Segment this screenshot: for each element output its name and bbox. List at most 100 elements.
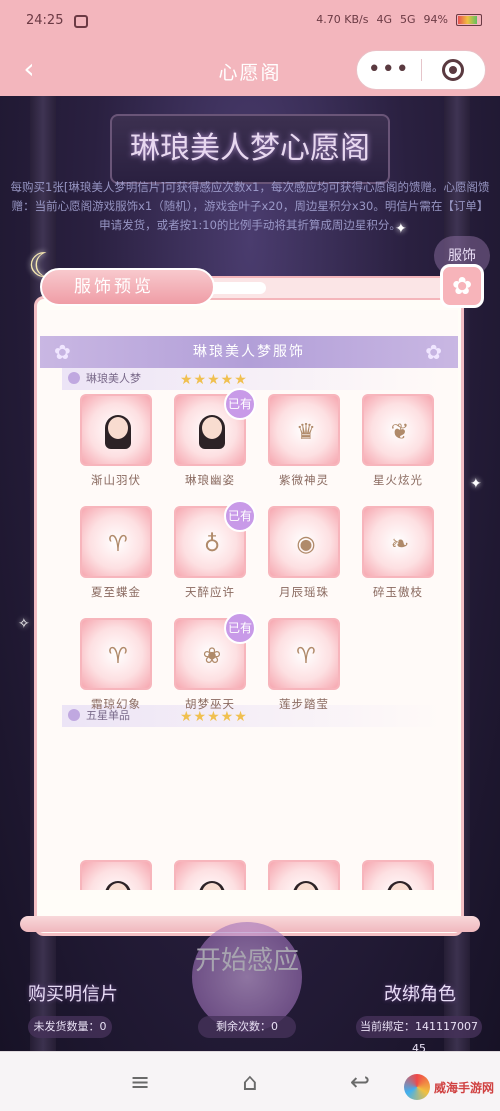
target-icon — [442, 59, 465, 81]
costume-tile[interactable] — [268, 860, 340, 890]
hair-icon — [98, 874, 138, 890]
status-right: 4.70 KB/s 4G 5G 94% — [316, 13, 482, 26]
costume-tile[interactable]: ❦ — [362, 394, 434, 466]
section-label: 琳琅美人梦 — [86, 372, 141, 385]
earring-icon: ♁ — [203, 531, 221, 557]
status-bar: 24:25 4.70 KB/s 4G 5G 94% — [0, 0, 500, 44]
costume-tile[interactable]: ♈ — [80, 618, 152, 690]
costume-name: 天醉应许 — [185, 585, 235, 599]
wechat-icon — [74, 15, 88, 28]
battery-percent: 94% — [423, 13, 448, 26]
costume-item[interactable]: 玉笙吹花 — [268, 860, 340, 890]
event-description: 每购买1张[琳琅美人梦明信片]可获得感应次数x1，每次感应均可获得心愿阁的馈赠。… — [10, 180, 490, 232]
accessory-icon: ❧ — [390, 531, 410, 557]
costume-tile[interactable]: ♈ — [80, 506, 152, 578]
costume-item[interactable]: ♛ 紫微神灵 — [268, 394, 340, 488]
close-button[interactable] — [422, 59, 486, 81]
watermark-text: 威海手游网 — [433, 1080, 494, 1095]
flower-icon: ✿ — [451, 272, 473, 300]
costume-tile[interactable]: ❀ 已有 — [174, 612, 256, 690]
costume-name: 霜琼幻象 — [91, 697, 141, 711]
watermark: 威海手游网 — [403, 1074, 494, 1100]
back-button[interactable]: ‹ — [14, 54, 44, 84]
costume-tile[interactable] — [362, 860, 434, 890]
section-dot-icon — [68, 709, 80, 721]
costume-item[interactable]: ◉ 月辰瑶珠 — [268, 506, 340, 600]
costume-item[interactable]: ❀ 已有 胡梦巫天 — [174, 612, 256, 712]
costume-item[interactable]: 已有琳琅幽姿 — [174, 388, 256, 488]
panel-top-bar — [178, 276, 468, 300]
sparkle-icon: ✦ — [470, 476, 482, 492]
net-speed: 4.70 KB/s — [316, 13, 369, 26]
costume-item[interactable]: 芙蓉翻辉 — [174, 860, 246, 890]
costume-tile[interactable]: ◉ — [268, 506, 340, 578]
costume-name: 碎玉傲枝 — [373, 585, 423, 599]
costume-name: 莲步踏莹 — [279, 697, 329, 711]
costume-name: 星火炫光 — [373, 473, 423, 487]
page-title: 心愿阁 — [218, 62, 282, 84]
game-area: 琳琅美人梦心愿阁 每购买1张[琳琅美人梦明信片]可获得感应次数x1，每次感应均可… — [0, 96, 500, 1051]
costume-item[interactable]: 万里照蓉 — [362, 860, 434, 890]
costume-name: 琳琅幽姿 — [185, 473, 235, 487]
costume-item[interactable]: ❧ 碎玉傲枝 — [362, 506, 434, 600]
event-banner: 琳琅美人梦心愿阁 — [110, 114, 390, 184]
costume-tile[interactable] — [174, 860, 246, 890]
sparkle-icon: ✧ — [18, 616, 30, 632]
change-role-button[interactable]: 改绑角色 — [384, 980, 456, 1006]
costume-tile[interactable] — [80, 860, 152, 890]
costume-list[interactable]: ✿ 琳琅美人梦服饰 ✿ 琳琅美人梦 ★★★★★ 五星单品 ★★★★★ 渐山羽伏已… — [40, 310, 458, 890]
costume-name: 渐山羽伏 — [91, 473, 141, 487]
mini-program-capsule: ••• — [356, 50, 486, 90]
section-suit: 琳琅美人梦 ★★★★★ — [62, 368, 442, 390]
costume-list-title: 琳琅美人梦服饰 — [193, 344, 305, 360]
costume-tile[interactable]: ♈ — [268, 618, 340, 690]
section-dot-icon — [68, 372, 80, 384]
bound-role: 当前绑定：141117007 45 — [356, 1016, 482, 1051]
remaining-count: 剩余次数：0 — [198, 1016, 296, 1038]
more-button[interactable]: ••• — [357, 59, 421, 81]
sparkle-icon: ✦ — [395, 221, 407, 237]
costume-tile[interactable] — [80, 394, 152, 466]
shoes-icon: ♈ — [296, 643, 316, 669]
watermark-logo-icon — [403, 1074, 430, 1100]
menu-icon[interactable]: ≡ — [120, 1066, 160, 1098]
back-icon[interactable]: ↩ — [340, 1066, 380, 1098]
necklace-icon: ◉ — [296, 531, 316, 557]
signal-5g: 5G — [400, 13, 416, 26]
costume-item[interactable]: 春江花月 — [80, 860, 152, 890]
costume-tile[interactable]: ♁ 已有 — [174, 500, 256, 578]
battery-icon — [456, 13, 482, 26]
costume-item[interactable]: ♈ 莲步踏莹 — [268, 618, 340, 712]
owned-badge: 已有 — [224, 612, 256, 644]
headwear-icon: ❦ — [390, 419, 410, 445]
flower-icon: ✿ — [425, 340, 444, 364]
costume-item[interactable]: ♈ 霜琼幻象 — [80, 618, 152, 712]
costume-item[interactable]: ♁ 已有天醉应许 — [174, 500, 256, 600]
costume-item[interactable]: ❦ 星火炫光 — [362, 394, 434, 488]
status-time: 24:25 — [26, 13, 64, 28]
owned-badge: 已有 — [224, 388, 256, 420]
costume-name: 月辰瑶珠 — [279, 585, 329, 599]
costume-list-header: ✿ 琳琅美人梦服饰 ✿ — [40, 336, 458, 368]
costume-name: 紫微神灵 — [279, 473, 329, 487]
costume-item[interactable]: 渐山羽伏 — [80, 394, 152, 488]
costume-tile[interactable]: 已有 — [174, 388, 256, 466]
home-icon[interactable]: ⌂ — [230, 1066, 270, 1098]
costume-item[interactable]: ♈ 夏至蝶金 — [80, 506, 152, 600]
costume-preview-tab[interactable]: 服饰预览 — [40, 268, 215, 306]
bottom-action-area: 开始感应 购买明信片 改绑角色 未发货数量：0 剩余次数：0 当前绑定：1411… — [0, 916, 500, 1051]
owned-badge: 已有 — [224, 500, 256, 532]
buy-postcard-button[interactable]: 购买明信片 — [28, 980, 118, 1006]
flower-icon: ✿ — [54, 340, 73, 364]
close-panel-button[interactable]: ✿ — [440, 264, 484, 308]
unshipped-count: 未发货数量：0 — [28, 1016, 112, 1038]
hair-icon — [286, 874, 326, 890]
costume-name: 夏至蝶金 — [91, 585, 141, 599]
hair-icon — [380, 874, 420, 890]
hair-icon — [192, 408, 232, 456]
shoes-icon: ♈ — [108, 643, 128, 669]
nav-bar: ‹ 心愿阁 ••• — [0, 44, 500, 96]
signal-4g: 4G — [376, 13, 393, 26]
costume-tile[interactable]: ❧ — [362, 506, 434, 578]
costume-tile[interactable]: ♛ — [268, 394, 340, 466]
